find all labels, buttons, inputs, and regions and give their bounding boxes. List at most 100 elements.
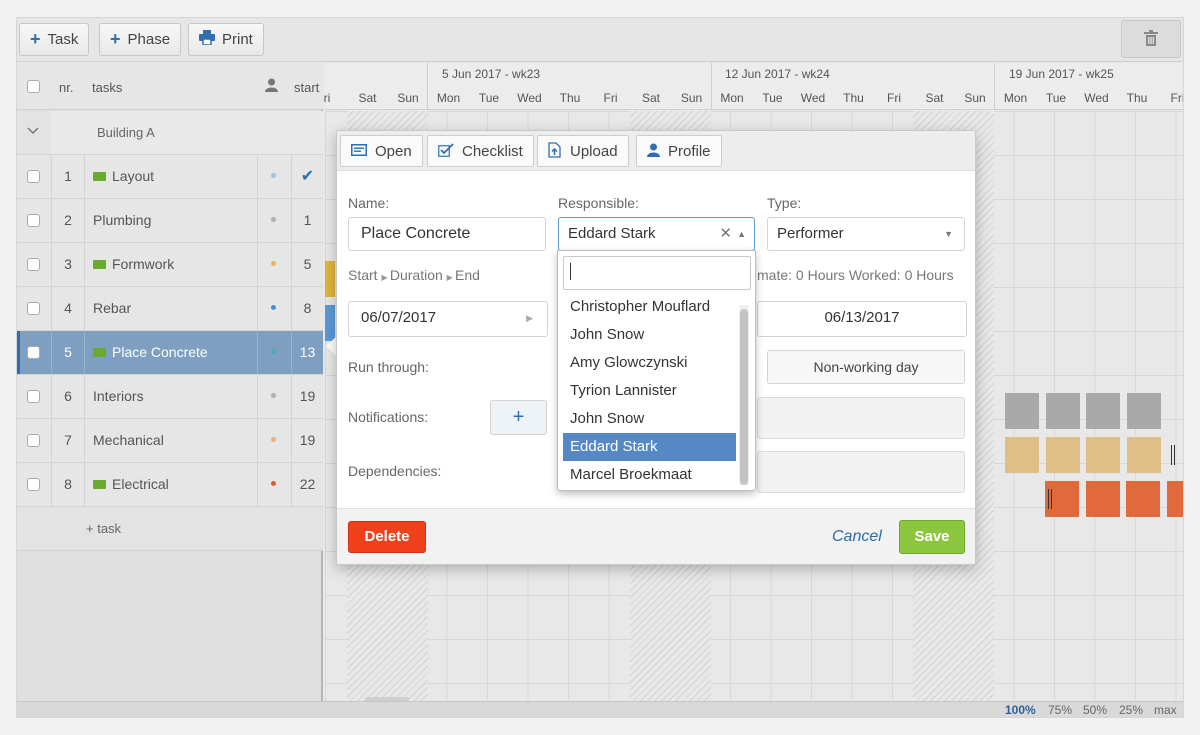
week-label: 19 Jun 2017 - wk25 — [1009, 67, 1114, 81]
envelope-icon — [93, 260, 106, 269]
mechanical-bar[interactable] — [1126, 437, 1161, 473]
dropdown-scroll-thumb[interactable] — [740, 309, 748, 485]
add-task-row[interactable]: + task — [17, 507, 323, 551]
task-name[interactable]: Interiors — [93, 375, 144, 418]
add-task-label: Task — [47, 31, 79, 48]
task-row[interactable]: 2 Plumbing 1 — [17, 199, 323, 243]
tab-checklist-label: Checklist — [462, 142, 523, 160]
tab-profile[interactable]: Profile — [636, 135, 722, 167]
group-row[interactable]: Building A — [17, 111, 323, 155]
zoom-max[interactable]: max — [1154, 703, 1177, 717]
task-name[interactable]: Mechanical — [93, 419, 164, 462]
chevron-down-icon[interactable] — [27, 124, 39, 138]
dependencies-box[interactable] — [757, 451, 965, 493]
task-name[interactable]: Place Concrete — [93, 331, 208, 374]
row-number: 7 — [51, 419, 85, 462]
save-button[interactable]: Save — [899, 520, 965, 554]
interiors-bar[interactable] — [1126, 393, 1161, 429]
interiors-bar[interactable] — [1045, 393, 1080, 429]
row-checkbox[interactable] — [27, 478, 40, 491]
dropdown-option[interactable]: Christopher Mouflard — [563, 293, 736, 321]
zoom-75[interactable]: 75% — [1048, 703, 1072, 717]
add-phase-button[interactable]: + Phase — [99, 23, 182, 56]
task-row[interactable]: 4 Rebar 8 — [17, 287, 323, 331]
row-checkbox[interactable] — [27, 214, 40, 227]
row-checkbox[interactable] — [27, 346, 40, 359]
interiors-bar[interactable] — [1086, 393, 1120, 429]
day-label: Thu — [843, 91, 864, 105]
responsible-select[interactable]: Eddard Stark ✕ ▲ — [558, 217, 755, 251]
add-notification-button[interactable]: + — [490, 400, 547, 435]
day-label: Fri — [1170, 91, 1184, 105]
day-label: Sun — [964, 91, 986, 105]
zoom-50[interactable]: 50% — [1083, 703, 1107, 717]
task-row[interactable]: 1 Layout ✔ — [17, 155, 323, 199]
task-row[interactable]: 8 Electrical 22 — [17, 463, 323, 507]
add-task-link[interactable]: + task — [86, 521, 121, 536]
interiors-bar[interactable] — [1005, 393, 1039, 429]
delete-button[interactable]: Delete — [348, 521, 426, 553]
task-name[interactable]: Rebar — [93, 287, 131, 330]
row-checkbox[interactable] — [27, 258, 40, 271]
task-name[interactable]: Layout — [93, 155, 154, 198]
print-button[interactable]: Print — [188, 23, 264, 56]
dependencies-label: Dependencies: — [348, 463, 442, 479]
task-row[interactable]: 7 Mechanical 19 — [17, 419, 323, 463]
task-name-text: Mechanical — [93, 432, 164, 448]
add-task-button[interactable]: + Task — [19, 23, 90, 56]
row-checkbox[interactable] — [27, 302, 40, 315]
task-name-text: Plumbing — [93, 212, 152, 228]
type-select[interactable]: Performer ▼ — [767, 217, 965, 251]
task-name[interactable]: Electrical — [93, 463, 169, 506]
dropdown-search-input[interactable] — [563, 256, 751, 290]
resize-handle[interactable] — [1171, 445, 1175, 465]
tab-checklist[interactable]: Checklist — [427, 135, 534, 167]
name-label: Name: — [348, 195, 390, 211]
electrical-bar[interactable] — [1166, 481, 1183, 517]
select-all-checkbox[interactable] — [27, 80, 40, 93]
non-working-day-button[interactable]: Non-working day — [767, 350, 965, 384]
delete-selected-button[interactable] — [1121, 20, 1181, 58]
end-date-input[interactable]: 06/13/2017 — [757, 301, 967, 337]
notifications-box — [757, 397, 965, 439]
row-number: 6 — [51, 375, 85, 418]
mechanical-bar[interactable] — [1045, 437, 1080, 473]
sde-mode[interactable]: Start ▶ Duration ▶ End — [348, 267, 480, 283]
task-row[interactable]: 6 Interiors 19 — [17, 375, 323, 419]
notifications-label: Notifications: — [348, 409, 429, 425]
dropdown-option[interactable]: John Snow — [563, 405, 736, 433]
row-start: 8 — [291, 287, 323, 330]
row-checkbox[interactable] — [27, 170, 40, 183]
row-checkbox[interactable] — [27, 390, 40, 403]
tab-upload[interactable]: Upload — [537, 135, 629, 167]
formwork-bar[interactable] — [325, 261, 335, 297]
electrical-bar[interactable] — [1085, 481, 1120, 517]
dropdown-option[interactable]: Eddard Stark — [563, 433, 736, 461]
dropdown-option[interactable]: Marcel Broekmaat — [563, 461, 736, 489]
zoom-100[interactable]: 100% — [1005, 703, 1036, 717]
task-row[interactable]: 3 Formwork 5 — [17, 243, 323, 287]
dropdown-option[interactable]: Tyrion Lannister — [563, 377, 736, 405]
day-label: Mon — [720, 91, 744, 105]
tab-open[interactable]: Open — [340, 135, 423, 167]
name-input[interactable]: Place Concrete — [348, 217, 546, 251]
week-label: 12 Jun 2017 - wk24 — [725, 67, 830, 81]
start-date-input[interactable]: 06/07/2017 ▶ — [348, 301, 548, 337]
cancel-link[interactable]: Cancel — [832, 528, 882, 546]
group-name: Building A — [97, 125, 155, 140]
task-row[interactable]: 5 Place Concrete 13 — [17, 331, 323, 375]
mechanical-bar[interactable] — [1005, 437, 1039, 473]
resize-handle[interactable] — [1048, 489, 1052, 509]
status-dot — [271, 437, 276, 442]
row-checkbox[interactable] — [27, 434, 40, 447]
electrical-bar[interactable] — [1126, 481, 1160, 517]
clear-icon[interactable]: ✕ — [719, 218, 732, 250]
task-name[interactable]: Formwork — [93, 243, 174, 286]
checklist-icon — [438, 142, 454, 160]
task-name[interactable]: Plumbing — [93, 199, 151, 242]
mechanical-bar[interactable] — [1086, 437, 1120, 473]
dropdown-option[interactable]: John Snow — [563, 321, 736, 349]
dropdown-option[interactable]: Amy Glowczynski — [563, 349, 736, 377]
day-label: Sun — [397, 91, 419, 105]
zoom-25[interactable]: 25% — [1119, 703, 1143, 717]
